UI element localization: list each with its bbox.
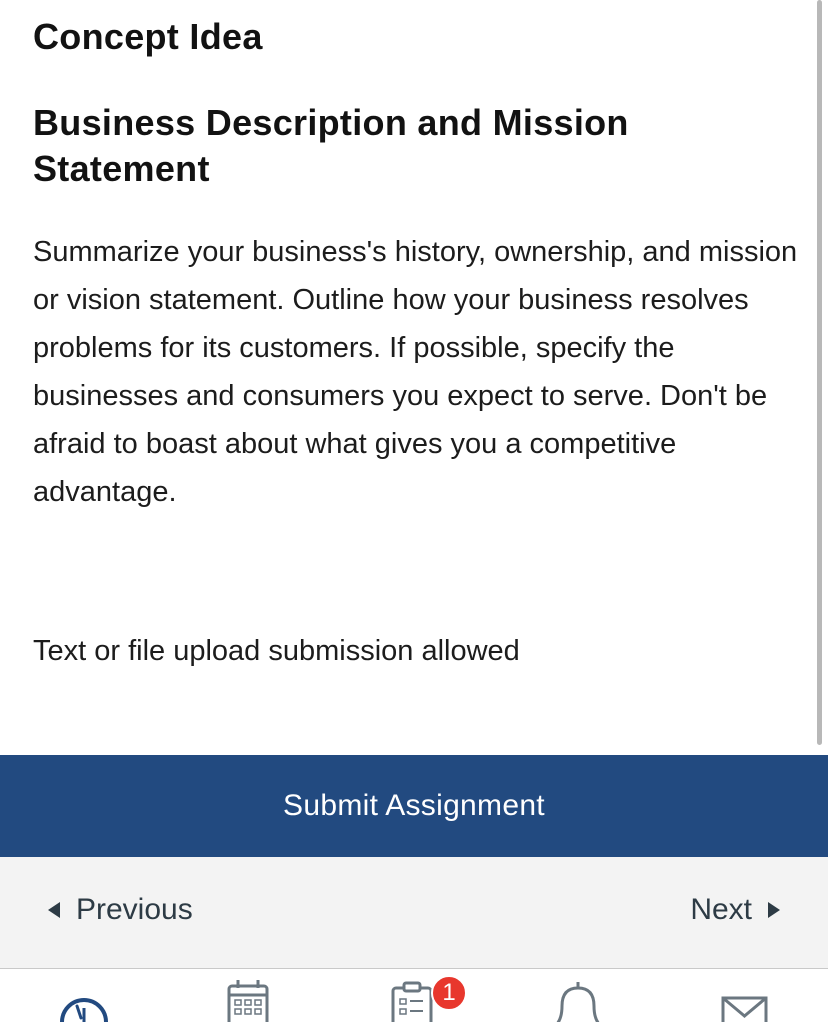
caret-right-icon [768, 902, 780, 918]
previous-button[interactable]: Previous [48, 893, 193, 927]
tab-dashboard[interactable] [54, 978, 114, 1023]
tab-inbox[interactable] [714, 978, 774, 1027]
next-button[interactable]: Next [690, 893, 780, 927]
dashboard-icon [60, 998, 108, 1023]
assignment-description: Summarize your business's history, owner… [33, 236, 798, 508]
assignment-pager: Previous Next [0, 857, 828, 969]
notifications-icon [555, 982, 601, 1025]
assignment-content: Concept Idea Business Description and Mi… [0, 0, 828, 755]
next-label: Next [690, 893, 752, 926]
caret-left-icon [48, 902, 60, 918]
section-heading: Business Description and Mission Stateme… [33, 102, 629, 189]
calendar-icon [227, 980, 269, 1027]
submit-assignment-button[interactable]: Submit Assignment [0, 755, 828, 857]
page-title: Concept Idea [33, 16, 263, 57]
previous-label: Previous [76, 893, 193, 926]
submission-type-text: Text or file upload submission allowed [33, 635, 520, 667]
inbox-icon [721, 996, 768, 1027]
todo-count-badge: 1 [431, 975, 467, 1011]
tab-calendar[interactable] [218, 978, 278, 1027]
submit-assignment-label: Submit Assignment [283, 789, 545, 822]
bottom-tab-bar [0, 970, 828, 1027]
tab-notifications[interactable] [548, 978, 608, 1025]
scrollbar[interactable] [817, 0, 822, 745]
